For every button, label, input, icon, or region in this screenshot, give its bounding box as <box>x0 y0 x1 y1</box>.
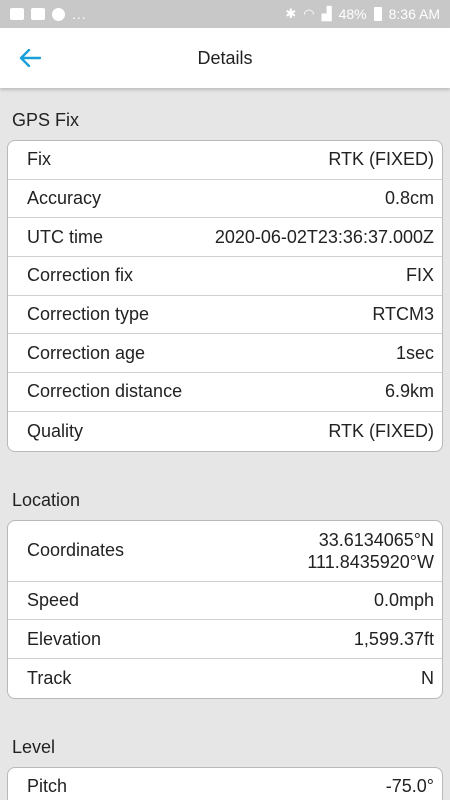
row-coordinates: Coordinates 33.6134065°N 111.8435920°W <box>8 521 442 582</box>
details-content: GPS Fix Fix RTK (FIXED) Accuracy 0.8cm U… <box>0 88 450 800</box>
row-value: 1sec <box>395 342 434 363</box>
wifi-icon: ◠ <box>303 6 315 21</box>
row-accuracy: Accuracy 0.8cm <box>8 180 442 219</box>
signal-icon: ▟ <box>321 6 332 21</box>
row-speed: Speed 0.0mph <box>8 582 442 621</box>
row-value: 1,599.37ft <box>353 628 434 649</box>
row-value: RTK (FIXED) <box>328 149 434 170</box>
row-label: UTC time <box>27 226 103 247</box>
row-label: Correction distance <box>27 381 183 402</box>
row-pitch: Pitch -75.0° <box>8 768 442 800</box>
row-label: Coordinates <box>27 540 125 560</box>
row-value: RTK (FIXED) <box>328 420 434 441</box>
row-label: Accuracy <box>27 188 102 209</box>
level-card: Pitch -75.0° <box>7 766 443 800</box>
row-label: Track <box>27 667 72 688</box>
row-label: Correction fix <box>27 265 134 286</box>
status-system: ✱ ◠ ▟ 48% 8:36 AM <box>285 6 440 22</box>
back-arrow-icon <box>19 49 41 67</box>
section-title-location: Location <box>12 489 81 510</box>
row-value: 6.9km <box>384 381 434 402</box>
app-bar: Details <box>0 28 450 88</box>
row-label: Speed <box>27 589 80 610</box>
gps-fix-card: Fix RTK (FIXED) Accuracy 0.8cm UTC time … <box>7 140 443 452</box>
row-value: RTCM3 <box>372 304 434 325</box>
row-label: Fix <box>27 149 51 170</box>
battery-percent: 48% <box>338 6 367 22</box>
row-value: 0.8cm <box>384 188 434 209</box>
row-label: Quality <box>27 420 84 441</box>
row-utc-time: UTC time 2020-06-02T23:36:37.000Z <box>8 218 442 258</box>
row-correction-fix: Correction fix FIX <box>8 257 442 296</box>
longitude-value: 111.8435920°W <box>307 551 434 572</box>
chrome-notification-icon <box>52 7 65 21</box>
row-elevation: Elevation 1,599.37ft <box>8 620 442 659</box>
status-notifications: ... <box>10 6 87 22</box>
row-correction-distance: Correction distance 6.9km <box>8 373 442 412</box>
row-value: 2020-06-02T23:36:37.000Z <box>214 226 434 247</box>
row-value: N <box>421 667 434 688</box>
section-title-gps-fix: GPS Fix <box>12 110 80 130</box>
location-card: Coordinates 33.6134065°N 111.8435920°W S… <box>7 519 443 699</box>
row-track: Track N <box>8 659 442 698</box>
row-label: Elevation <box>27 628 102 649</box>
clock: 8:36 AM <box>388 6 440 22</box>
row-label: Correction age <box>27 342 146 363</box>
calendar-notification-icon <box>31 8 45 20</box>
image-notification-icon <box>10 8 24 20</box>
coordinates-value: 33.6134065°N 111.8435920°W <box>307 529 434 573</box>
row-quality: Quality RTK (FIXED) <box>8 412 442 451</box>
row-label: Pitch <box>27 776 68 797</box>
status-bar: ... ✱ ◠ ▟ 48% 8:36 AM <box>0 0 450 28</box>
battery-icon <box>373 7 382 21</box>
row-fix: Fix RTK (FIXED) <box>8 141 442 180</box>
page-title: Details <box>197 47 253 68</box>
bluetooth-icon: ✱ <box>285 6 297 21</box>
row-correction-type: Correction type RTCM3 <box>8 296 442 335</box>
row-value: FIX <box>405 265 434 286</box>
back-button[interactable] <box>10 38 50 78</box>
latitude-value: 33.6134065°N <box>318 529 434 550</box>
more-notifications: ... <box>72 6 87 22</box>
row-value: 0.0mph <box>373 589 434 610</box>
row-label: Correction type <box>27 304 150 325</box>
section-title-level: Level <box>12 736 56 757</box>
row-value: -75.0° <box>385 776 434 797</box>
row-correction-age: Correction age 1sec <box>8 334 442 374</box>
